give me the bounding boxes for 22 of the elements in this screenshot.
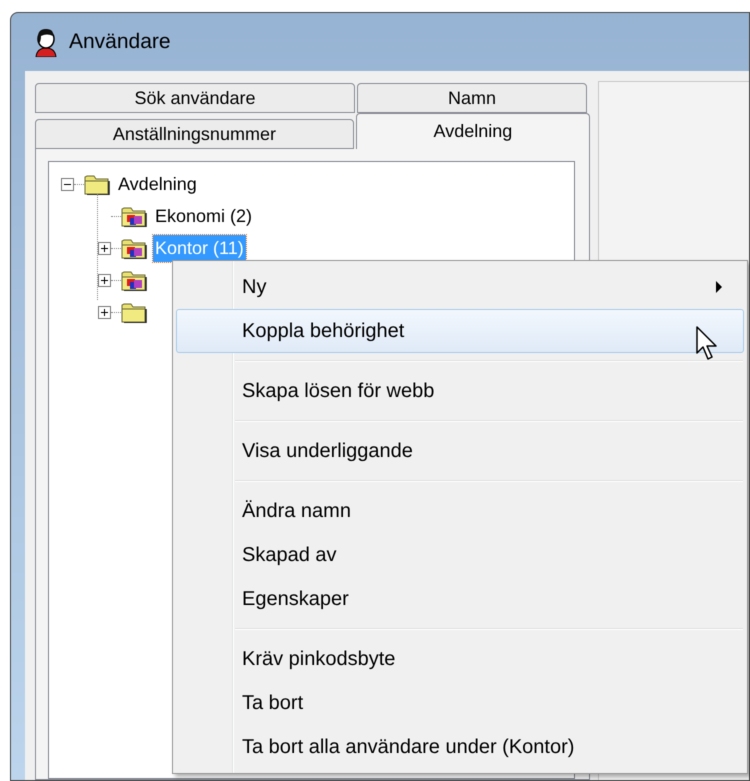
window-title: Användare: [69, 29, 171, 56]
person-icon: [33, 27, 59, 57]
collapse-icon[interactable]: [61, 178, 74, 190]
expand-icon[interactable]: [98, 274, 111, 286]
tab[interactable]: Namn: [357, 83, 587, 113]
tab[interactable]: Sök användare: [35, 83, 355, 113]
menu-item[interactable]: Visa underliggande: [176, 429, 744, 473]
expand-icon[interactable]: [98, 306, 111, 318]
expand-icon[interactable]: [98, 242, 111, 254]
menu-item[interactable]: Skapad av: [176, 533, 744, 577]
tab[interactable]: Avdelning: [356, 113, 590, 149]
menu-item[interactable]: Ny: [176, 265, 744, 309]
menu-item[interactable]: Ändra namn: [176, 489, 744, 533]
menu-item[interactable]: Ta bort alla användare under (Kontor): [176, 725, 744, 769]
menu-item[interactable]: Ta bort: [176, 681, 744, 725]
tree-item[interactable]: Avdelning: [116, 170, 199, 198]
menu-item[interactable]: Koppla behörighet: [176, 309, 744, 353]
menu-item[interactable]: Egenskaper: [176, 577, 744, 621]
menu-item[interactable]: Kräv pinkodsbyte: [176, 637, 744, 681]
tab[interactable]: Anställningsnummer: [35, 119, 354, 149]
menu-item[interactable]: Skapa lösen för webb: [176, 369, 744, 413]
tree-item[interactable]: Ekonomi (2): [153, 202, 254, 230]
